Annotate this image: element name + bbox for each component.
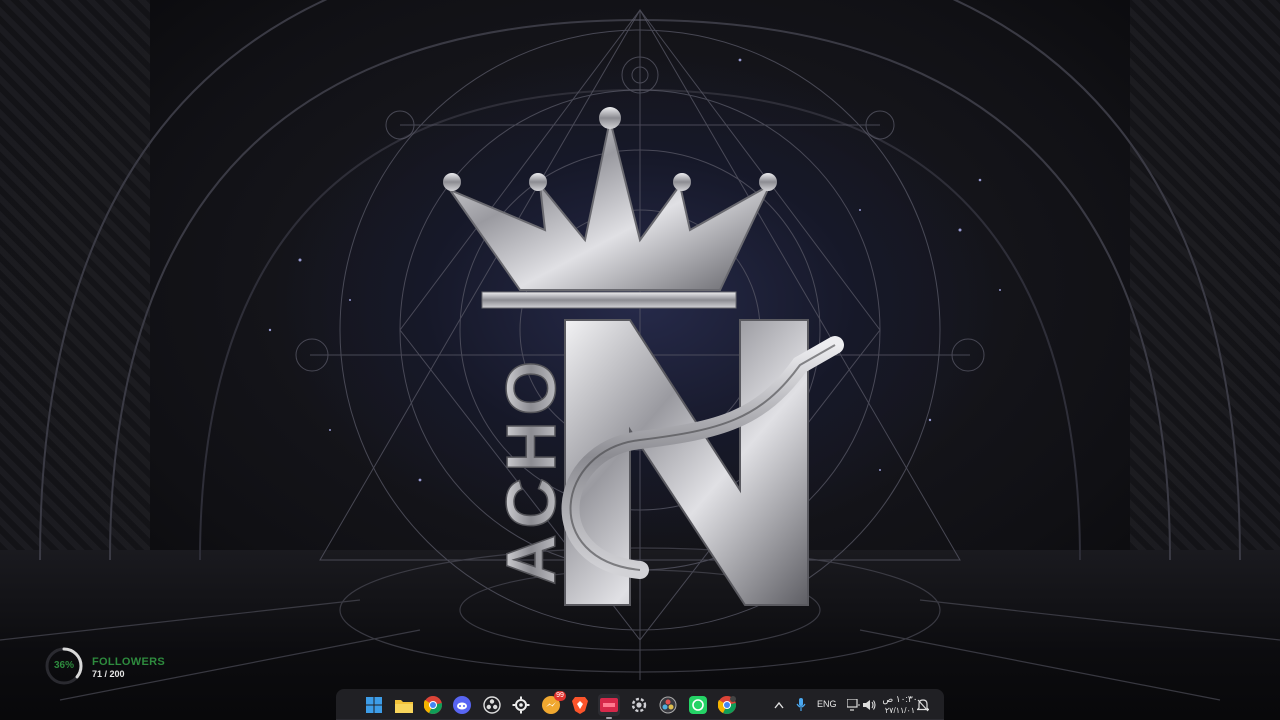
- messenger-badge: 99: [554, 691, 566, 701]
- wallpaper-art: ACHO: [0, 0, 1280, 701]
- followers-count: 71 / 200: [92, 669, 125, 679]
- crown-logo: [443, 107, 777, 309]
- show-hidden-icons-icon[interactable]: [768, 694, 790, 716]
- brave-icon[interactable]: [569, 694, 591, 716]
- whatsapp-icon[interactable]: [687, 694, 709, 716]
- chrome-profile-icon[interactable]: [716, 694, 738, 716]
- steelseries-icon[interactable]: [510, 694, 532, 716]
- followers-label: FOLLOWERS: [92, 656, 165, 668]
- notifications-icon[interactable]: [912, 694, 934, 716]
- acho-logo-text: ACHO: [492, 355, 570, 585]
- windows-start-icon[interactable]: [363, 694, 385, 716]
- davinci-icon[interactable]: [657, 694, 679, 716]
- microphone-icon[interactable]: [790, 694, 812, 716]
- discord-icon[interactable]: [451, 694, 473, 716]
- desktop-wallpaper: ACHO: [0, 0, 1280, 720]
- file-explorer-icon[interactable]: [393, 694, 415, 716]
- settings-icon[interactable]: [628, 694, 650, 716]
- language-indicator[interactable]: ENG: [817, 699, 837, 709]
- messenger-icon[interactable]: 99: [540, 691, 566, 716]
- taskbar: 99 ENG ١٠:٣٠ ص ٢٧/١١/٠١: [336, 689, 944, 720]
- followers-widget: 36% FOLLOWERS 71 / 200: [44, 646, 204, 686]
- obs-icon[interactable]: [481, 694, 503, 716]
- followers-percent: 36%: [53, 660, 74, 671]
- app-red-icon[interactable]: [598, 694, 620, 719]
- chrome-icon[interactable]: [422, 694, 444, 716]
